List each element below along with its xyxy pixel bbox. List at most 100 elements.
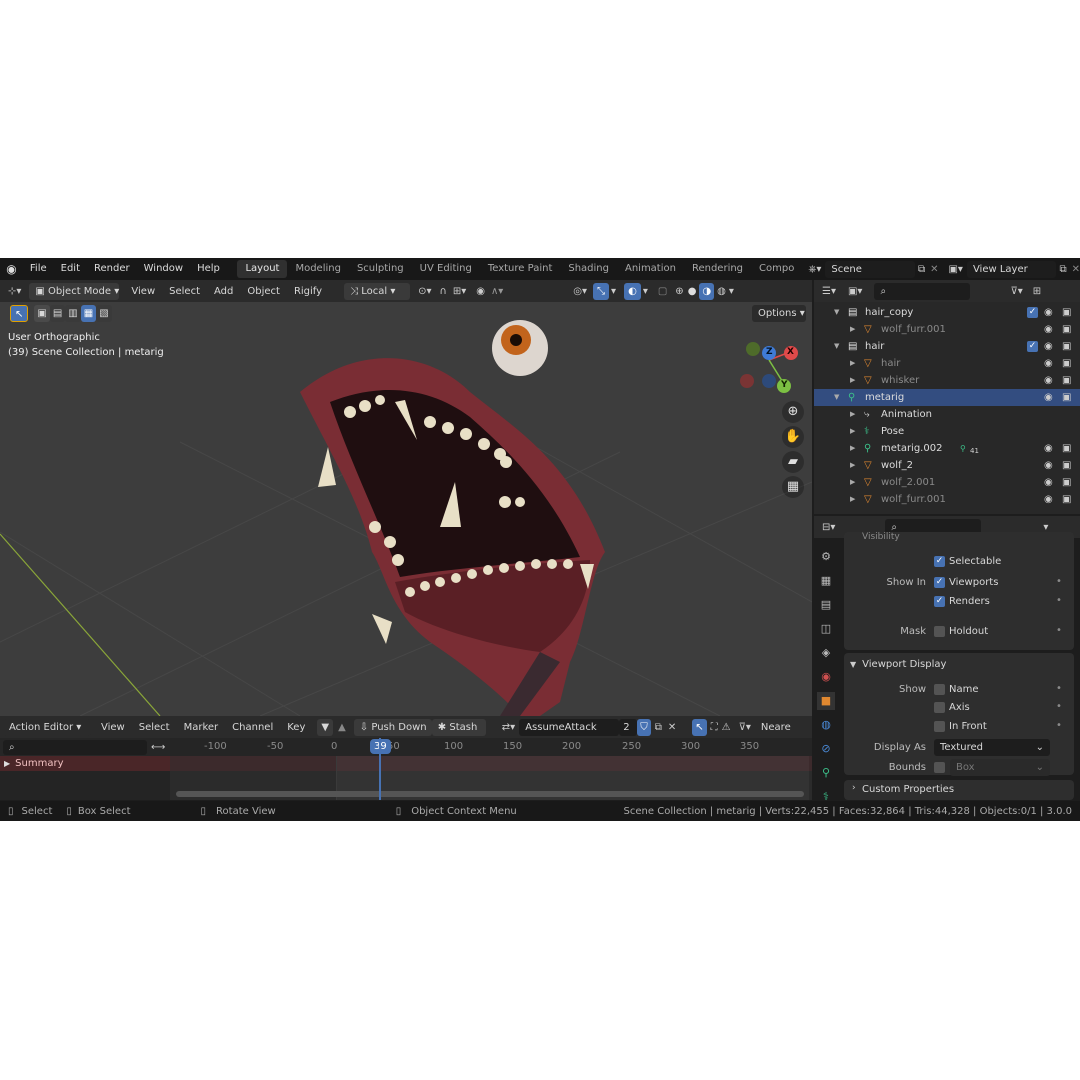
outliner-row[interactable]: ▶ ▽ hair ◉ ▣ (814, 355, 1080, 372)
camera-view-icon[interactable]: ▰ (782, 451, 804, 473)
viewports-checkbox[interactable]: ✓ (934, 577, 945, 588)
expand-toggle-icon[interactable]: ▶ (850, 406, 855, 423)
view-layer-field[interactable]: View Layer (966, 260, 1057, 278)
only-selected-icon[interactable]: ↖ (692, 718, 707, 736)
menu-window[interactable]: Window (137, 258, 190, 280)
armature-data-tab-icon[interactable]: ⚲ (817, 764, 835, 782)
expand-toggle-icon[interactable]: ▼ (834, 304, 839, 321)
action-name-field[interactable]: AssumeAttack (519, 718, 620, 736)
gizmo-toggle-icon[interactable]: ⤡ (593, 282, 610, 300)
expand-toggle-icon[interactable]: ▼ (834, 338, 839, 355)
render-camera-icon[interactable]: ▣ (1062, 338, 1071, 355)
show-hidden-icon[interactable]: ⛶ (711, 722, 718, 733)
snap-icon[interactable]: ∩ (439, 286, 446, 297)
tab-shading[interactable]: Shading (560, 260, 617, 278)
tab-uv-editing[interactable]: UV Editing (412, 260, 480, 278)
action-browse-icon[interactable]: ⇄▾ (502, 722, 515, 733)
outliner-editor-type-icon[interactable]: ☰▾ (822, 286, 836, 297)
shading-wireframe-icon[interactable]: ⊕ (675, 286, 683, 297)
tool-tab-icon[interactable]: ⚙ (817, 548, 835, 566)
overlays-dropdown-icon[interactable]: ▾ (643, 286, 648, 297)
visibility-eye-icon[interactable]: ◉ (1044, 457, 1053, 474)
zoom-icon[interactable]: ⊕ (782, 401, 804, 423)
renders-keyframe-dot[interactable]: • (1056, 595, 1062, 606)
outliner-row[interactable]: ▶ ⤷ Animation (814, 406, 1080, 423)
expand-toggle-icon[interactable]: ▶ (850, 491, 855, 508)
new-view-layer-icon[interactable]: ⧉ (1059, 264, 1066, 275)
gizmo-dropdown-icon[interactable]: ▾ (611, 286, 616, 297)
layer-down-icon[interactable]: ▼ (317, 718, 334, 736)
transform-orientation-dropdown[interactable]: ⤨ Local ▾ (344, 282, 411, 300)
action-menu-select[interactable]: Select (139, 722, 170, 733)
menu-render[interactable]: Render (87, 258, 137, 280)
menu-file[interactable]: File (23, 258, 54, 280)
xray-icon[interactable]: ▢ (658, 286, 667, 297)
visibility-dropdown-icon[interactable]: ◎▾ (573, 286, 587, 297)
physics-tab-icon[interactable]: ◍ (817, 716, 835, 734)
view-layer-tab-icon[interactable]: ◫ (817, 620, 835, 638)
expand-toggle-icon[interactable]: ▶ (850, 474, 855, 491)
output-tab-icon[interactable]: ▤ (817, 596, 835, 614)
action-menu-marker[interactable]: Marker (184, 722, 219, 733)
summary-channel[interactable]: ▶ Summary (0, 756, 170, 771)
menu-help[interactable]: Help (190, 258, 227, 280)
outliner-row[interactable]: ▼ ▤ hair ✓ ◉ ▣ (814, 338, 1080, 355)
sync-length-icon[interactable]: ⟷ (151, 742, 165, 753)
name-checkbox[interactable] (934, 684, 945, 695)
expand-toggle-icon[interactable]: ▶ (850, 440, 855, 457)
shading-dropdown-icon[interactable]: ▾ (729, 286, 734, 297)
layer-up-icon[interactable]: ▲ (338, 722, 346, 733)
expand-toggle-icon[interactable]: ▶ (850, 372, 855, 389)
outliner-row[interactable]: ▶ ⚲ metarig.002 ⚲ 41 ◉ ▣ (814, 440, 1080, 457)
tab-compositing[interactable]: Compo (751, 260, 802, 278)
render-camera-icon[interactable]: ▣ (1062, 474, 1071, 491)
expand-toggle-icon[interactable]: ▶ (850, 355, 855, 372)
expand-toggle-icon[interactable]: ▼ (834, 389, 839, 406)
in-front-keyframe-dot[interactable]: • (1056, 720, 1062, 731)
snapping-mode-label[interactable]: Neare (761, 722, 791, 733)
ortho-toggle-icon[interactable]: ▦ (782, 476, 804, 498)
bounds-type-dropdown[interactable]: Box ⌄ (950, 759, 1050, 776)
viewport-menu-select[interactable]: Select (169, 286, 200, 297)
render-camera-icon[interactable]: ▣ (1062, 440, 1071, 457)
frame-ruler[interactable]: -100 -50 0 50 100 150 200 250 300 350 39 (170, 738, 812, 756)
visibility-eye-icon[interactable]: ◉ (1044, 372, 1053, 389)
fake-user-shield-icon[interactable]: ⛉ (637, 718, 651, 736)
outliner-row[interactable]: ▶ ▽ wolf_2.001 ◉ ▣ (814, 474, 1080, 491)
action-menu-view[interactable]: View (101, 722, 125, 733)
custom-properties-panel[interactable]: › Custom Properties (844, 780, 1074, 800)
tab-rendering[interactable]: Rendering (684, 260, 751, 278)
bounds-checkbox[interactable] (934, 762, 945, 773)
visibility-eye-icon[interactable]: ◉ (1044, 389, 1053, 406)
snap-target-icon[interactable]: ⊞▾ (453, 286, 466, 297)
in-front-checkbox[interactable] (934, 721, 945, 732)
object-tab-icon[interactable]: ■ (817, 692, 835, 710)
visibility-eye-icon[interactable]: ◉ (1044, 491, 1053, 508)
menu-edit[interactable]: Edit (54, 258, 87, 280)
editor-type-icon[interactable]: ⊹▾ (8, 286, 21, 297)
tab-texture-paint[interactable]: Texture Paint (480, 260, 561, 278)
outliner-row[interactable]: ▶ ⚕ Pose (814, 423, 1080, 440)
axis-keyframe-dot[interactable]: • (1056, 701, 1062, 712)
axis-checkbox[interactable] (934, 702, 945, 713)
tab-sculpting[interactable]: Sculpting (349, 260, 412, 278)
tab-layout[interactable]: Layout (237, 260, 288, 278)
duplicate-action-icon[interactable]: ⧉ (655, 722, 662, 733)
unlink-action-icon[interactable]: ✕ (668, 722, 676, 733)
outliner-row[interactable]: ▶ ▽ wolf_2 ◉ ▣ (814, 457, 1080, 474)
selectable-checkbox[interactable]: ✓ (934, 556, 945, 567)
holdout-checkbox[interactable] (934, 626, 945, 637)
expand-toggle-icon[interactable]: ▶ (850, 321, 855, 338)
name-keyframe-dot[interactable]: • (1056, 683, 1062, 694)
render-camera-icon[interactable]: ▣ (1062, 355, 1071, 372)
viewport-display-header[interactable]: ▼ Viewport Display (850, 659, 946, 670)
renders-checkbox[interactable]: ✓ (934, 596, 945, 607)
constraints-tab-icon[interactable]: ⊘ (817, 740, 835, 758)
viewport-menu-add[interactable]: Add (214, 286, 233, 297)
new-scene-icon[interactable]: ⧉ (918, 264, 925, 275)
overlays-toggle-icon[interactable]: ◐ (624, 282, 641, 300)
outliner-row[interactable]: ▶ ▽ wolf_furr.001 ◉ ▣ (814, 491, 1080, 508)
action-users-count[interactable]: 2 (619, 718, 638, 736)
keyframe-area[interactable] (170, 756, 812, 800)
display-mode-icon[interactable]: ▣▾ (848, 286, 862, 297)
